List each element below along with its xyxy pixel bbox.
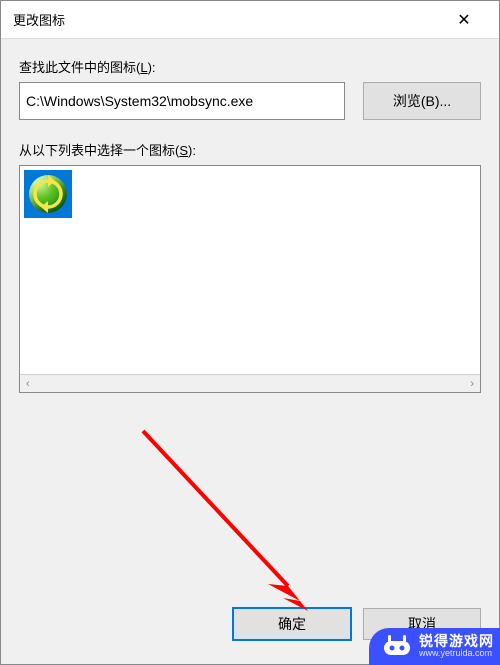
- close-button[interactable]: ✕: [441, 5, 487, 35]
- sync-icon: [29, 175, 67, 213]
- change-icon-dialog: 更改图标 ✕ 查找此文件中的图标(L): 浏览(B)... 从以下列表中选择一个…: [0, 0, 500, 665]
- dialog-title: 更改图标: [13, 10, 441, 29]
- watermark: 锐得游戏网 www.yetruida.com: [369, 628, 500, 665]
- select-label: 从以下列表中选择一个图标(S):: [19, 140, 481, 159]
- watermark-logo-icon: [383, 635, 411, 657]
- watermark-line1: 锐得游戏网: [419, 634, 494, 649]
- select-hotkey: S: [179, 143, 188, 158]
- dialog-content: 查找此文件中的图标(L): 浏览(B)... 从以下列表中选择一个图标(S):: [1, 39, 499, 608]
- browse-button[interactable]: 浏览(B)...: [363, 82, 481, 120]
- icon-path-input[interactable]: [19, 82, 345, 120]
- lookfor-text: 查找此文件中的图标(: [19, 60, 140, 75]
- lookfor-hotkey: L: [140, 60, 147, 75]
- path-row: 浏览(B)...: [19, 82, 481, 120]
- icon-list[interactable]: [20, 166, 480, 374]
- watermark-text: 锐得游戏网 www.yetruida.com: [419, 634, 494, 659]
- close-icon: ✕: [457, 10, 470, 30]
- ok-button-label: 确定: [278, 614, 306, 634]
- ok-button[interactable]: 确定: [233, 608, 351, 640]
- select-suffix: ):: [188, 143, 196, 158]
- select-text: 从以下列表中选择一个图标(: [19, 143, 179, 158]
- lookfor-suffix: ):: [148, 60, 156, 75]
- scroll-left-icon[interactable]: ‹: [26, 378, 30, 390]
- scroll-right-icon[interactable]: ›: [470, 378, 474, 390]
- icon-item-selected[interactable]: [24, 170, 72, 218]
- titlebar: 更改图标 ✕: [1, 1, 499, 39]
- watermark-line2: www.yetruida.com: [419, 649, 494, 659]
- icon-list-container: ‹ ›: [19, 165, 481, 393]
- browse-button-label: 浏览(B)...: [393, 91, 451, 111]
- horizontal-scrollbar[interactable]: ‹ ›: [20, 374, 480, 392]
- lookfor-label: 查找此文件中的图标(L):: [19, 57, 481, 76]
